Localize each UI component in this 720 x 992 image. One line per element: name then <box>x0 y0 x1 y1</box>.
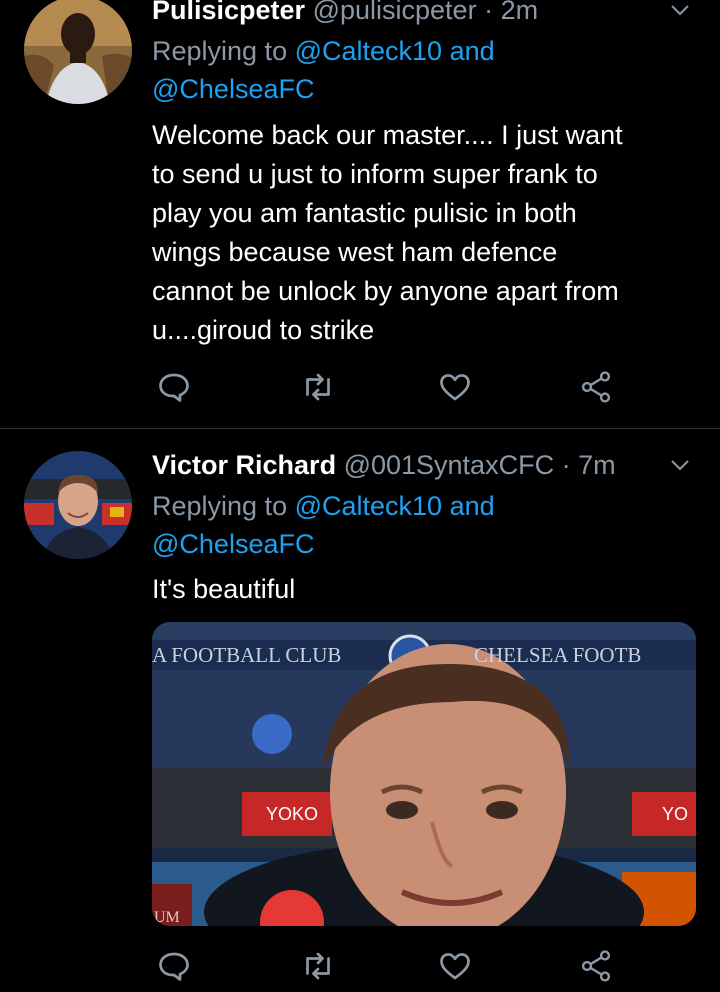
replying-to: Replying to @Calteck10 and @ChelseaFC <box>152 487 495 563</box>
timestamp[interactable]: 2m <box>501 0 539 25</box>
media-image[interactable]: A FOOTBALL CLUB CHELSEA FOOTB YOKO YO UM <box>152 622 696 926</box>
tweet-text-line: It's beautiful <box>152 574 296 604</box>
tweet-text-line: to send u just to inform super frank to <box>152 159 598 189</box>
tweet-text-line: u....giroud to strike <box>152 315 375 345</box>
replying-prefix: Replying to <box>152 491 295 521</box>
chevron-down-icon[interactable] <box>668 453 692 477</box>
retweet-icon[interactable] <box>300 369 336 405</box>
mention-calteck10[interactable]: @Calteck10 <box>295 491 442 521</box>
tweet-header: Pulisicpeter @pulisicpeter · 2m <box>152 0 538 26</box>
avatar[interactable] <box>24 0 132 104</box>
tweet-text: It's beautiful <box>152 570 692 609</box>
reply-icon[interactable] <box>156 369 192 405</box>
like-icon[interactable] <box>437 369 473 405</box>
tweet-text-line: cannot be unlock by anyone apart from <box>152 276 619 306</box>
timestamp[interactable]: 7m <box>578 450 616 480</box>
reply-icon[interactable] <box>156 948 192 984</box>
share-icon[interactable] <box>578 948 614 984</box>
media-sponsor-right: YO <box>662 804 688 824</box>
mention-calteck10[interactable]: @Calteck10 <box>295 36 442 66</box>
avatar[interactable] <box>24 451 132 559</box>
media-board-text-right: CHELSEA FOOTB <box>474 643 641 667</box>
replying-to: Replying to @Calteck10 and @ChelseaFC <box>152 32 495 108</box>
author-name[interactable]: Pulisicpeter <box>152 0 305 25</box>
media-board-text-left: A FOOTBALL CLUB <box>152 643 341 667</box>
separator-dot: · <box>561 450 571 480</box>
tweet-text: Welcome back our master.... I just want … <box>152 116 692 350</box>
like-icon[interactable] <box>437 948 473 984</box>
mention-chelseafc[interactable]: @ChelseaFC <box>152 74 314 104</box>
separator-dot: · <box>484 0 494 25</box>
tweet-header: Victor Richard @001SyntaxCFC · 7m <box>152 449 616 481</box>
tweet-text-line: wings because west ham defence <box>152 237 558 267</box>
media-sponsor-left: YOKO <box>266 804 318 824</box>
share-icon[interactable] <box>578 369 614 405</box>
mention-and: and <box>442 36 495 66</box>
action-bar <box>152 948 622 984</box>
tweet-1[interactable]: Pulisicpeter @pulisicpeter · 2m Replying… <box>0 0 720 428</box>
mention-chelseafc[interactable]: @ChelseaFC <box>152 529 314 559</box>
mention-and: and <box>442 491 495 521</box>
chevron-down-icon[interactable] <box>668 0 692 22</box>
author-handle[interactable]: @001SyntaxCFC <box>344 450 555 480</box>
tweet-text-line: play you am fantastic pulisic in both <box>152 198 577 228</box>
replying-prefix: Replying to <box>152 36 295 66</box>
tweet-text-line: Welcome back our master.... I just want <box>152 120 623 150</box>
action-bar <box>152 369 622 405</box>
author-handle[interactable]: @pulisicpeter <box>313 0 477 25</box>
author-name[interactable]: Victor Richard <box>152 450 336 480</box>
retweet-icon[interactable] <box>300 948 336 984</box>
